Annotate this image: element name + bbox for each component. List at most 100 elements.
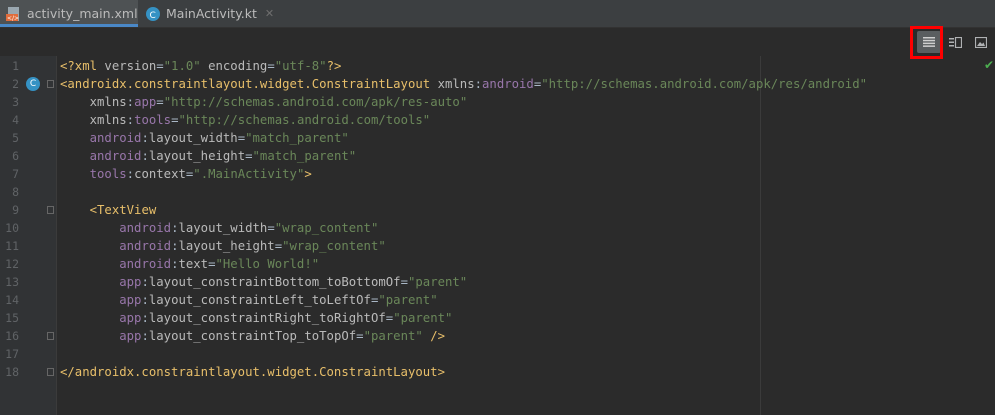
code-token: android [119, 239, 172, 253]
code-token: xmlns [437, 77, 475, 91]
code-token: app [119, 311, 142, 325]
code-token: "parent" [378, 293, 438, 307]
fold-marker-icon[interactable] [47, 206, 54, 214]
code-token: = [208, 257, 216, 271]
code-line[interactable]: 4 xmlns:tools="http://schemas.android.co… [0, 111, 995, 129]
code-line[interactable]: 10 android:layout_width="wrap_content" [0, 219, 995, 237]
line-number: 6 [12, 149, 19, 163]
split-view-button[interactable] [943, 31, 967, 53]
code-line[interactable]: 6 android:layout_height="match_parent" [0, 147, 995, 165]
code-token: layout_constraintLeft_toLeftOf [148, 293, 371, 307]
line-number: 16 [5, 329, 19, 343]
code-token: = [245, 149, 253, 163]
line-number: 1 [12, 59, 19, 73]
close-icon[interactable]: ✕ [265, 7, 274, 20]
code-token: app [119, 275, 142, 289]
class-gutter-icon[interactable]: C [26, 77, 40, 91]
code-token: android [119, 221, 172, 235]
code-token: android [89, 149, 142, 163]
code-line[interactable]: 9 <TextView [0, 201, 995, 219]
fold-marker-icon[interactable] [47, 368, 54, 376]
code-text: <?xml version="1.0" encoding="utf-8"?> [60, 57, 341, 75]
code-line[interactable]: 16 app:layout_constraintTop_toTopOf="par… [0, 327, 995, 345]
code-line[interactable]: 5 android:layout_width="match_parent" [0, 129, 995, 147]
fold-marker-icon[interactable] [47, 332, 54, 340]
code-line[interactable]: 8 [0, 183, 995, 201]
tab-main-activity-kt[interactable]: C MainActivity.kt ✕ [139, 0, 274, 27]
line-number: 11 [5, 239, 19, 253]
code-token: : [126, 113, 135, 127]
code-line[interactable]: 14 app:layout_constraintLeft_toLeftOf="p… [0, 291, 995, 309]
code-token: : [141, 131, 149, 145]
code-token: layout_constraintTop_toTopOf [148, 329, 357, 343]
code-token: app [134, 95, 157, 109]
code-token: : [126, 167, 135, 181]
tab-activity-main-xml[interactable]: </> activity_main.xml ✕ [0, 0, 155, 27]
code-text: app:layout_constraintBottom_toBottomOf="… [60, 273, 467, 291]
code-text: app:layout_constraintLeft_toLeftOf="pare… [60, 291, 438, 309]
line-number: 14 [5, 293, 19, 307]
code-token: app [119, 329, 142, 343]
line-number: 17 [5, 347, 19, 361]
code-token: tools [89, 167, 127, 181]
code-line[interactable]: 12 android:text="Hello World!" [0, 255, 995, 273]
code-line[interactable]: 1 <?xml version="1.0" encoding="utf-8"?> [0, 57, 995, 75]
code-line[interactable]: 17 [0, 345, 995, 363]
code-text: </androidx.constraintlayout.widget.Const… [60, 363, 445, 381]
code-line[interactable]: 7 tools:context=".MainActivity"> [0, 165, 995, 183]
code-token: "match_parent" [252, 149, 357, 163]
code-token: xmlns [89, 113, 127, 127]
code-token: xmlns [89, 95, 127, 109]
code-line[interactable]: 18 </androidx.constraintlayout.widget.Con… [0, 363, 995, 381]
split-view-icon [948, 36, 962, 48]
code-text: <TextView [60, 201, 157, 219]
line-number: 10 [5, 221, 19, 235]
code-token: "parent" [407, 275, 468, 289]
code-token: layout_constraintRight_toRightOf [148, 311, 386, 325]
code-text: app:layout_constraintTop_toTopOf="parent… [60, 327, 445, 345]
code-token: "http://schemas.android.com/tools" [178, 113, 431, 127]
code-line[interactable]: 13 app:layout_constraintBottom_toBottomO… [0, 273, 995, 291]
code-token: encoding [208, 59, 268, 73]
code-line[interactable]: 3 xmlns:app="http://schemas.android.com/… [0, 93, 995, 111]
code-token: = [400, 275, 408, 289]
editor-tab-bar: </> activity_main.xml ✕ C MainActivity.k… [0, 0, 995, 28]
code-token: tools [134, 113, 172, 127]
code-token: <androidx.constraintlayout.widget.Constr… [60, 77, 438, 91]
line-number: 2 [12, 77, 19, 91]
code-token: layout_width [178, 221, 268, 235]
tab-label: MainActivity.kt [166, 6, 257, 21]
design-view-button[interactable] [969, 31, 993, 53]
kotlin-class-icon: C [145, 6, 161, 22]
line-number: 8 [12, 185, 19, 199]
code-text: xmlns:tools="http://schemas.android.com/… [60, 111, 431, 129]
code-text: android:layout_height="wrap_content" [60, 237, 386, 255]
code-text: android:layout_width="wrap_content" [60, 219, 378, 237]
code-token: "parent" [393, 311, 453, 325]
code-line[interactable]: 11 android:layout_height="wrap_content" [0, 237, 995, 255]
code-line[interactable]: 2 C <androidx.constraintlayout.widget.Cons… [0, 75, 995, 93]
code-token: : [126, 95, 135, 109]
code-token: = [156, 95, 164, 109]
active-tab-indicator [0, 24, 138, 27]
code-token: "http://schemas.android.com/apk/res/andr… [541, 77, 867, 91]
svg-text:C: C [150, 11, 156, 21]
code-token: layout_constraintBottom_toBottomOf [148, 275, 401, 289]
code-token: android [119, 257, 172, 271]
code-line[interactable]: 15 app:layout_constraintRight_toRightOf=… [0, 309, 995, 327]
line-number: 5 [12, 131, 19, 145]
code-token: "Hello World!" [215, 257, 320, 271]
code-editor[interactable]: 1 <?xml version="1.0" encoding="utf-8"?> 2… [0, 57, 995, 381]
code-token: : [474, 77, 483, 91]
fold-marker-icon[interactable] [47, 80, 54, 88]
code-token: : [141, 149, 149, 163]
highlight-box [910, 26, 943, 59]
